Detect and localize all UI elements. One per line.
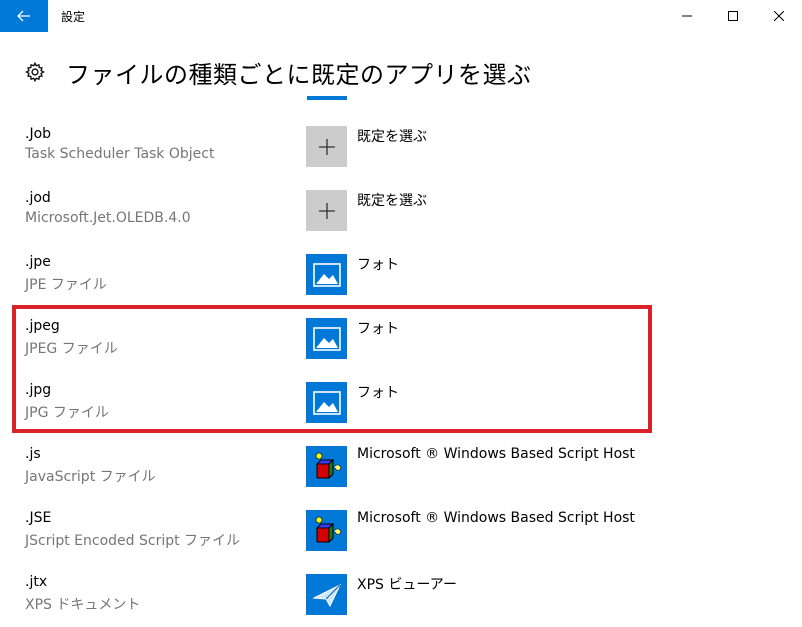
highlight-box bbox=[12, 305, 652, 433]
maximize-icon bbox=[728, 11, 738, 21]
window-title: 設定 bbox=[61, 10, 86, 24]
list-item: .JSE JScript Encoded Script ファイル Microso… bbox=[0, 510, 802, 574]
close-icon bbox=[774, 11, 784, 21]
default-app-name[interactable]: フォト bbox=[357, 254, 399, 274]
default-app-name[interactable]: 既定を選ぶ bbox=[357, 126, 427, 146]
title-bar: 設定 bbox=[0, 0, 802, 32]
default-app-button[interactable] bbox=[306, 510, 347, 551]
page-header: ファイルの種類ごとに既定のアプリを選ぶ bbox=[24, 54, 532, 90]
default-app-name[interactable]: Microsoft ® Windows Based Script Host bbox=[357, 510, 635, 526]
file-type-description: Microsoft.Jet.OLEDB.4.0 bbox=[25, 210, 191, 226]
file-extension: .jtx bbox=[25, 574, 48, 590]
script-host-icon bbox=[309, 513, 344, 548]
xps-viewer-icon bbox=[311, 583, 341, 607]
minimize-button[interactable] bbox=[664, 0, 710, 32]
plus-icon bbox=[318, 138, 335, 155]
default-app-button[interactable] bbox=[306, 574, 347, 615]
choose-default-button[interactable] bbox=[306, 190, 347, 231]
file-extension: .jod bbox=[25, 190, 51, 206]
default-app-name[interactable]: XPS ビューアー bbox=[357, 574, 457, 594]
partially-scrolled-app-tile bbox=[307, 96, 347, 100]
file-type-description: Task Scheduler Task Object bbox=[25, 146, 215, 162]
default-app-name[interactable]: Microsoft ® Windows Based Script Host bbox=[357, 446, 635, 462]
back-arrow-icon bbox=[17, 10, 30, 22]
file-extension: .jpe bbox=[25, 254, 51, 270]
default-app-name[interactable]: 既定を選ぶ bbox=[357, 190, 427, 210]
list-item: .Job Task Scheduler Task Object 既定を選ぶ bbox=[0, 126, 802, 190]
file-extension: .Job bbox=[25, 126, 52, 142]
script-host-icon bbox=[309, 449, 344, 484]
file-extension: .js bbox=[25, 446, 41, 462]
close-button[interactable] bbox=[756, 0, 802, 32]
gear-icon bbox=[25, 61, 45, 83]
default-app-button[interactable] bbox=[306, 446, 347, 487]
default-app-button[interactable] bbox=[306, 254, 347, 295]
list-item: .jtx XPS ドキュメント XPS ビューアー bbox=[0, 574, 802, 627]
file-type-description: XPS ドキュメント bbox=[25, 597, 141, 613]
back-button[interactable] bbox=[0, 0, 48, 32]
file-type-description: JPE ファイル bbox=[25, 277, 107, 293]
minimize-icon bbox=[682, 15, 692, 17]
file-type-description: JavaScript ファイル bbox=[25, 469, 156, 485]
maximize-button[interactable] bbox=[710, 0, 756, 32]
list-item: .js JavaScript ファイル Microsoft ® Windows … bbox=[0, 446, 802, 510]
page-title: ファイルの種類ごとに既定のアプリを選ぶ bbox=[66, 60, 532, 89]
file-type-description: JScript Encoded Script ファイル bbox=[25, 533, 241, 549]
choose-default-button[interactable] bbox=[306, 126, 347, 167]
plus-icon bbox=[318, 202, 335, 219]
photos-app-icon bbox=[312, 262, 341, 287]
file-extension: .JSE bbox=[25, 510, 52, 526]
list-item: .jod Microsoft.Jet.OLEDB.4.0 既定を選ぶ bbox=[0, 190, 802, 254]
